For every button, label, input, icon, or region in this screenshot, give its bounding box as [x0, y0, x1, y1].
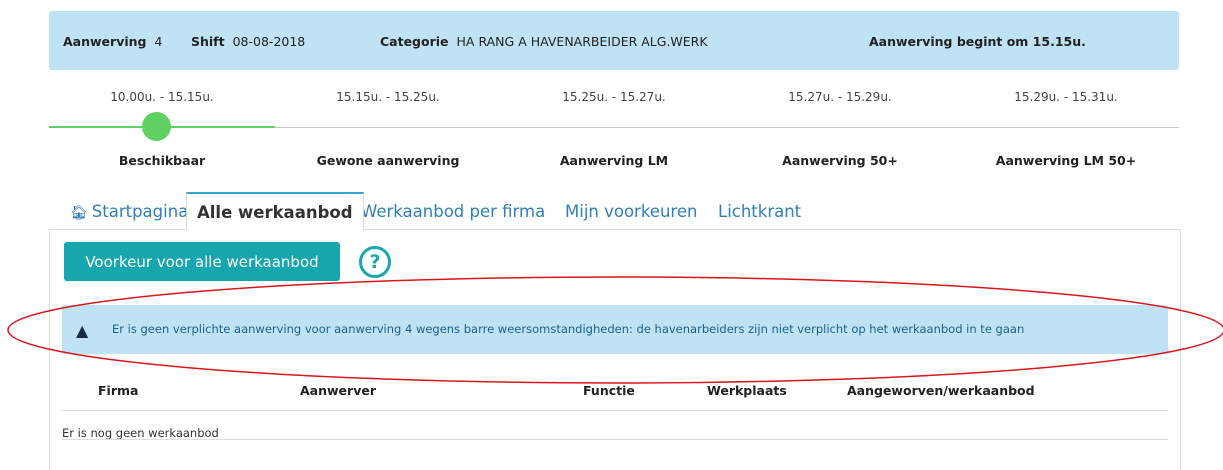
- shift-info-bar: Aanwerving 4 Shift 08-08-2018 Categorie HA …: [49, 11, 1179, 70]
- tab-startpagina[interactable]: 🏠︎ Startpagina: [70, 193, 188, 229]
- time-slot: 15.25u. - 15.27u.: [562, 90, 666, 104]
- col-functie: Functie: [583, 383, 635, 398]
- table-header: Firma Aanwerver Functie Werkplaats Aange…: [62, 383, 1168, 399]
- phase-label: Gewone aanwerving: [316, 153, 460, 168]
- col-aangeworven: Aangeworven/werkaanbod: [847, 383, 1035, 398]
- empty-table-message: Er is nog geen werkaanbod: [62, 426, 219, 440]
- shift-field: Shift 08-08-2018: [191, 34, 306, 49]
- categorie-field: Categorie HA RANG A HAVENARBEIDER ALG.WER…: [380, 34, 708, 49]
- aanwerving-field: Aanwerving 4: [63, 34, 163, 49]
- home-icon: 🏠︎: [70, 205, 88, 221]
- alert-text: Er is geen verplichte aanwerving voor aa…: [112, 322, 1025, 336]
- col-firma: Firma: [98, 383, 139, 398]
- col-werkplaats: Werkplaats: [707, 383, 787, 398]
- table-row-divider: [62, 439, 1168, 440]
- tab-mijn-voorkeuren[interactable]: Mijn voorkeuren: [565, 193, 697, 229]
- start-time-notice: Aanwerving begint om 15.15u.: [869, 34, 1086, 49]
- tab-alle-werkaanbod[interactable]: Alle werkaanbod: [186, 192, 364, 231]
- preference-all-button[interactable]: Voorkeur voor alle werkaanbod: [64, 242, 340, 281]
- col-aanwerver: Aanwerver: [300, 383, 376, 398]
- timeline-current-marker: [142, 112, 171, 141]
- tab-lichtkrant[interactable]: Lichtkrant: [718, 193, 801, 229]
- phase-label: Aanwerving 50+: [782, 153, 898, 168]
- time-slot: 15.15u. - 15.25u.: [336, 90, 440, 104]
- tab-werkaanbod-per-firma[interactable]: Werkaanbod per firma: [361, 193, 545, 229]
- phase-label: Aanwerving LM: [559, 153, 669, 168]
- phase-label: Beschikbaar: [118, 153, 206, 168]
- time-slot: 10.00u. - 15.15u.: [110, 90, 214, 104]
- help-icon[interactable]: ?: [359, 246, 391, 278]
- time-slot: 15.27u. - 15.29u.: [788, 90, 892, 104]
- time-slot: 15.29u. - 15.31u.: [1014, 90, 1118, 104]
- warning-icon: ▲: [76, 321, 89, 340]
- timeline-phases: Beschikbaar Gewone aanwerving Aanwerving…: [49, 153, 1179, 169]
- alert-info: ▲ Er is geen verplichte aanwerving voor …: [62, 305, 1168, 354]
- phase-label: Aanwerving LM 50+: [995, 153, 1137, 168]
- timeline-times: 10.00u. - 15.15u. 15.15u. - 15.25u. 15.2…: [49, 90, 1179, 106]
- table-header-divider: [62, 410, 1168, 411]
